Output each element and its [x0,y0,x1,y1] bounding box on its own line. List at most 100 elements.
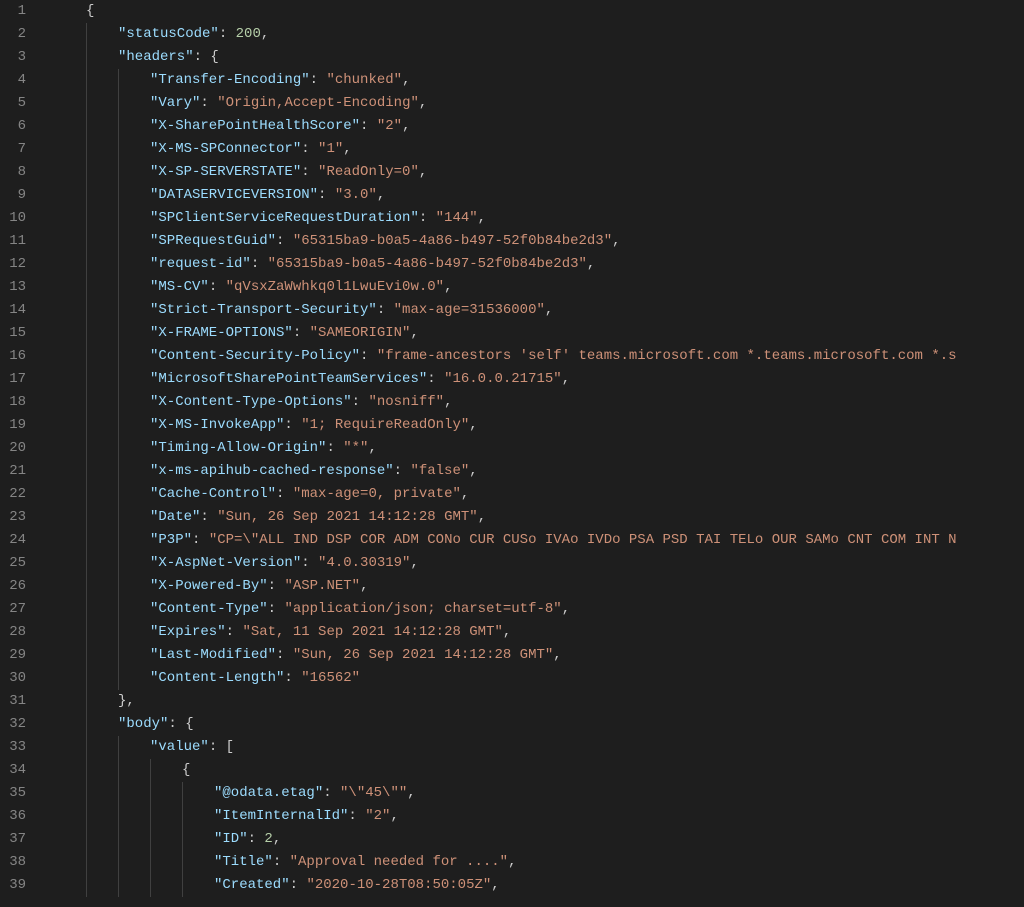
code-line[interactable]: "X-MS-InvokeApp": "1; RequireReadOnly", [54,414,1024,437]
code-line[interactable]: "X-Powered-By": "ASP.NET", [54,575,1024,598]
indent-guide [118,460,119,483]
line-number: 1 [0,0,26,23]
code-line[interactable]: "x-ms-apihub-cached-response": "false", [54,460,1024,483]
line-number: 24 [0,529,26,552]
code-line[interactable]: "Last-Modified": "Sun, 26 Sep 2021 14:12… [54,644,1024,667]
line-number: 12 [0,253,26,276]
indent-guide [86,230,87,253]
json-key: "Content-Length" [150,670,284,686]
code-line[interactable]: "Created": "2020-10-28T08:50:05Z", [54,874,1024,897]
indent-guide [86,805,87,828]
line-number: 38 [0,851,26,874]
json-key: "Cache-Control" [150,486,276,502]
code-lines[interactable]: {"statusCode": 200,"headers": {"Transfer… [40,0,1024,897]
line-number: 2 [0,23,26,46]
line-number: 30 [0,667,26,690]
code-line[interactable]: "Title": "Approval needed for ....", [54,851,1024,874]
json-key: "Expires" [150,624,226,640]
indent-guide [118,299,119,322]
code-line[interactable]: { [54,0,1024,23]
code-line[interactable]: "X-MS-SPConnector": "1", [54,138,1024,161]
code-line[interactable]: "X-AspNet-Version": "4.0.30319", [54,552,1024,575]
indent-guide [86,161,87,184]
json-punct: : [276,233,293,249]
json-punct: , [562,601,570,617]
line-number: 6 [0,115,26,138]
indent-guide [118,184,119,207]
code-line[interactable]: { [54,759,1024,782]
json-punct: : [419,210,436,226]
json-punct: }, [118,693,135,709]
json-punct: : [377,302,394,318]
json-key: "X-SharePointHealthScore" [150,118,360,134]
line-number: 27 [0,598,26,621]
indent-guide [118,575,119,598]
code-line[interactable]: "Content-Length": "16562" [54,667,1024,690]
code-line[interactable]: "Cache-Control": "max-age=0, private", [54,483,1024,506]
code-line[interactable]: "statusCode": 200, [54,23,1024,46]
json-string: "16.0.0.21715" [444,371,562,387]
line-number: 19 [0,414,26,437]
json-string: "Sun, 26 Sep 2021 14:12:28 GMT" [217,509,477,525]
json-punct: : [276,647,293,663]
indent-guide [118,483,119,506]
code-line[interactable]: }, [54,690,1024,713]
json-string: "Sat, 11 Sep 2021 14:12:28 GMT" [242,624,502,640]
json-key: "Title" [214,854,273,870]
code-line[interactable]: "@odata.etag": "\"45\"", [54,782,1024,805]
code-editor[interactable]: 1234567891011121314151617181920212223242… [0,0,1024,897]
code-line[interactable]: "MS-CV": "qVsxZaWwhkq0l1LwuEvi0w.0", [54,276,1024,299]
json-punct: : [219,26,236,42]
json-key: "value" [150,739,209,755]
code-line[interactable]: "Content-Security-Policy": "frame-ancest… [54,345,1024,368]
indent-guide [86,736,87,759]
code-line[interactable]: "ID": 2, [54,828,1024,851]
json-string: "4.0.30319" [318,555,410,571]
indent-guide [118,391,119,414]
line-number: 21 [0,460,26,483]
json-punct: , [368,440,376,456]
json-key: "Created" [214,877,290,893]
code-line[interactable]: "Transfer-Encoding": "chunked", [54,69,1024,92]
json-string: "2" [377,118,402,134]
indent-guide [86,713,87,736]
json-key: "Vary" [150,95,200,111]
indent-guide [118,759,119,782]
code-line[interactable]: "X-Content-Type-Options": "nosniff", [54,391,1024,414]
json-punct: , [469,417,477,433]
code-line[interactable]: "SPRequestGuid": "65315ba9-b0a5-4a86-b49… [54,230,1024,253]
code-line[interactable]: "P3P": "CP=\"ALL IND DSP COR ADM CONo CU… [54,529,1024,552]
code-line[interactable]: "SPClientServiceRequestDuration": "144", [54,207,1024,230]
json-string: "SAMEORIGIN" [310,325,411,341]
indent-guide [118,69,119,92]
code-line[interactable]: "Strict-Transport-Security": "max-age=31… [54,299,1024,322]
indent-guide [86,322,87,345]
json-key: "Transfer-Encoding" [150,72,310,88]
json-punct: : [290,877,307,893]
code-line[interactable]: "headers": { [54,46,1024,69]
code-line[interactable]: "request-id": "65315ba9-b0a5-4a86-b497-5… [54,253,1024,276]
code-line[interactable]: "Date": "Sun, 26 Sep 2021 14:12:28 GMT", [54,506,1024,529]
json-punct: : [268,578,285,594]
code-line[interactable]: "X-SP-SERVERSTATE": "ReadOnly=0", [54,161,1024,184]
code-line[interactable]: "DATASERVICEVERSION": "3.0", [54,184,1024,207]
indent-guide [86,184,87,207]
code-line[interactable]: "ItemInternalId": "2", [54,805,1024,828]
code-line[interactable]: "Content-Type": "application/json; chars… [54,598,1024,621]
line-number: 36 [0,805,26,828]
code-line[interactable]: "X-FRAME-OPTIONS": "SAMEORIGIN", [54,322,1024,345]
json-punct: : [248,831,265,847]
json-punct: : [284,417,301,433]
code-line[interactable]: "body": { [54,713,1024,736]
indent-guide [86,828,87,851]
line-number: 26 [0,575,26,598]
code-line[interactable]: "X-SharePointHealthScore": "2", [54,115,1024,138]
code-line[interactable]: "Timing-Allow-Origin": "*", [54,437,1024,460]
code-line[interactable]: "Expires": "Sat, 11 Sep 2021 14:12:28 GM… [54,621,1024,644]
json-punct: , [612,233,620,249]
json-punct: : [360,348,377,364]
code-line[interactable]: "Vary": "Origin,Accept-Encoding", [54,92,1024,115]
code-line[interactable]: "value": [ [54,736,1024,759]
code-line[interactable]: "MicrosoftSharePointTeamServices": "16.0… [54,368,1024,391]
indent-guide [86,460,87,483]
